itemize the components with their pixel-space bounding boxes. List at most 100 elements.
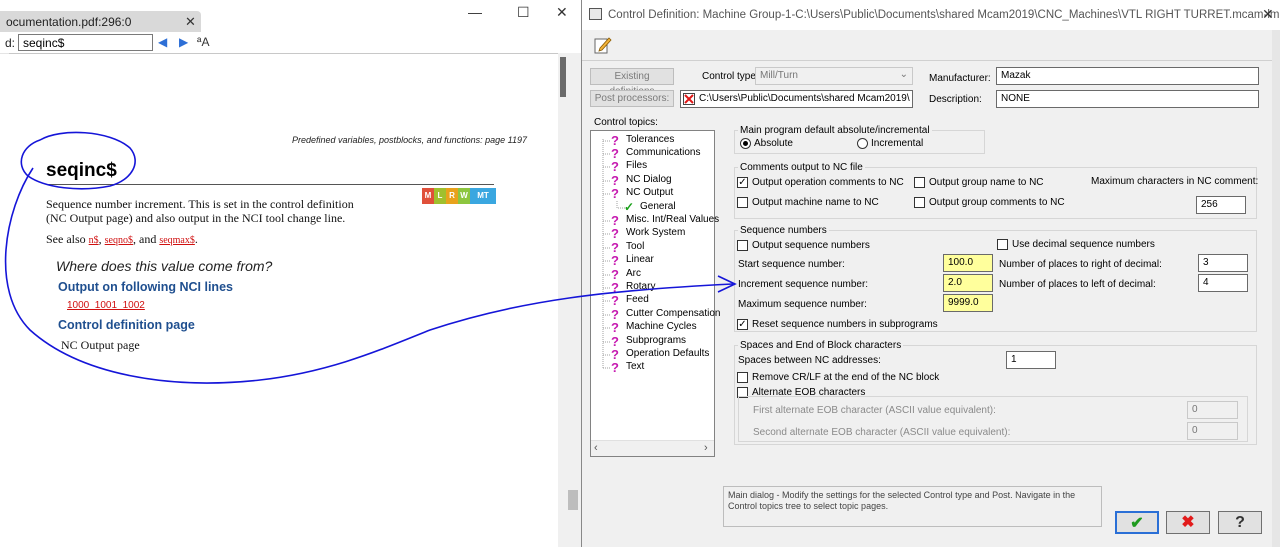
second-eob-label: Second alternate EOB character (ASCII va… xyxy=(753,427,1011,438)
max-seq-label: Maximum sequence number: xyxy=(738,299,867,310)
description-label: Description: xyxy=(929,94,982,105)
badge-mt: MT xyxy=(470,188,496,204)
tree-connector-lines xyxy=(602,139,625,369)
keyword-title: seqinc$ xyxy=(46,160,117,181)
post-processor-select[interactable]: C:\Users\Public\Documents\shared Mcam201… xyxy=(680,90,913,108)
absolute-radio[interactable] xyxy=(740,138,751,149)
right-decimal-input[interactable]: 3 xyxy=(1198,254,1248,272)
control-type-label: Control type: xyxy=(702,71,759,82)
pdf-viewer-window: ocumentation.pdf:296:0 ✕ — ☐ ✕ d: seqinc… xyxy=(0,0,581,547)
edit-icon[interactable] xyxy=(594,36,612,54)
see-also-prefix: See also xyxy=(46,232,89,246)
close-dialog-icon[interactable]: ✕ xyxy=(1262,6,1274,23)
tree-item-label: Linear xyxy=(626,254,654,265)
main-program-group-title: Main program default absolute/incrementa… xyxy=(738,125,932,136)
tree-item-label: Machine Cycles xyxy=(626,321,697,332)
keyword-description: Sequence number increment. This is set i… xyxy=(46,197,354,225)
second-eob-input[interactable]: 0 xyxy=(1187,422,1238,440)
dialog-scrollbar[interactable] xyxy=(1272,30,1280,547)
tree-item-label: General xyxy=(640,201,676,212)
tree-item-label: Operation Defaults xyxy=(626,348,710,359)
link-seqno[interactable]: seqno$ xyxy=(105,235,133,246)
tree-item-label: NC Dialog xyxy=(626,174,672,185)
tree-horizontal-scrollbar[interactable]: ‹ › xyxy=(591,440,714,456)
tree-item-label: Rotary xyxy=(626,281,656,292)
post-processor-path: C:\Users\Public\Documents\shared Mcam201… xyxy=(699,93,910,104)
close-tab-icon[interactable]: ✕ xyxy=(185,14,196,30)
cancel-button[interactable]: ✖ xyxy=(1166,511,1210,534)
find-input[interactable]: seqinc$ xyxy=(18,34,153,51)
page-header-note: Predefined variables, postblocks, and fu… xyxy=(292,135,527,145)
control-type-select[interactable]: Mill/Turn ⌄ xyxy=(755,67,913,85)
output-sequence-checkbox[interactable] xyxy=(737,240,748,251)
machine-name-label: Output machine name to NC xyxy=(752,197,879,208)
tree-item-label: Subprograms xyxy=(626,335,687,346)
op-comments-checkbox[interactable]: ✓ xyxy=(737,177,748,188)
spaces-label: Spaces between NC addresses: xyxy=(738,355,881,366)
help-button[interactable]: ? xyxy=(1218,511,1262,534)
machine-name-checkbox[interactable] xyxy=(737,197,748,208)
badge-l: L xyxy=(434,188,446,204)
incremental-label: Incremental xyxy=(871,138,924,149)
link-seqmax[interactable]: seqmax$ xyxy=(159,235,195,246)
cancel-x-icon: ✖ xyxy=(1181,514,1195,531)
group-name-checkbox[interactable] xyxy=(914,177,925,188)
spaces-input[interactable]: 1 xyxy=(1006,351,1056,369)
chevron-down-icon: ⌄ xyxy=(899,69,908,80)
find-label: d: xyxy=(5,36,16,50)
badge-r: R xyxy=(446,188,458,204)
see-also-end: . xyxy=(194,232,198,246)
use-decimal-checkbox[interactable] xyxy=(997,239,1008,250)
close-window-icon[interactable]: ✕ xyxy=(556,4,568,21)
max-seq-input[interactable]: 9999.0 xyxy=(943,294,993,312)
group-comments-checkbox[interactable] xyxy=(914,197,925,208)
start-seq-input[interactable]: 100.0 xyxy=(943,254,993,272)
badge-m: M xyxy=(422,188,434,204)
document-tab[interactable]: ocumentation.pdf:296:0 ✕ xyxy=(0,11,201,32)
description-input[interactable]: NONE xyxy=(996,90,1259,108)
remove-crlf-label: Remove CR/LF at the end of the NC block xyxy=(752,372,940,383)
op-comments-label: Output operation comments to NC xyxy=(752,177,904,188)
find-next-icon[interactable]: ▶ xyxy=(179,35,188,49)
error-x-icon xyxy=(683,93,695,105)
scroll-left-icon[interactable]: ‹ xyxy=(594,442,598,454)
control-topics-tree[interactable]: ? Tolerances ? Communications ? Files ? NC D… xyxy=(590,130,721,457)
ok-button[interactable]: ✔ xyxy=(1115,511,1159,534)
first-eob-input[interactable]: 0 xyxy=(1187,401,1238,419)
tree-item-label: Files xyxy=(626,160,648,171)
product-badges: M L R W MT xyxy=(422,188,496,204)
control-type-value: Mill/Turn xyxy=(760,70,798,81)
incremental-radio[interactable] xyxy=(857,138,868,149)
max-chars-label: Maximum characters in NC comment: xyxy=(1091,176,1259,187)
scroll-right-icon[interactable]: › xyxy=(704,442,708,454)
first-eob-label: First alternate EOB character (ASCII val… xyxy=(753,405,996,416)
absolute-label: Absolute xyxy=(754,138,793,149)
toolbar-separator xyxy=(582,60,1272,61)
maximize-icon[interactable]: ☐ xyxy=(517,4,530,21)
link-n[interactable]: n$ xyxy=(89,235,99,246)
output-lines-heading: Output on following NCI lines xyxy=(58,280,233,294)
output-sequence-label: Output sequence numbers xyxy=(752,240,870,251)
minimize-icon[interactable]: — xyxy=(468,4,482,20)
increment-seq-label: Increment sequence number: xyxy=(738,279,869,290)
tree-item-label: Misc. Int/Real Values xyxy=(626,214,720,225)
match-case-icon[interactable]: ªA xyxy=(197,35,209,49)
increment-seq-input[interactable]: 2.0 xyxy=(943,274,993,292)
max-chars-input[interactable]: 256 xyxy=(1196,196,1246,214)
left-decimal-label: Number of places to left of decimal: xyxy=(999,279,1156,290)
pdf-scroll-thumb[interactable] xyxy=(560,57,566,97)
pdf-scrollbar[interactable] xyxy=(558,53,581,547)
remove-crlf-checkbox[interactable] xyxy=(737,372,748,383)
use-decimal-label: Use decimal sequence numbers xyxy=(1012,239,1155,250)
nci-line-links[interactable]: 1000 1001 1002 xyxy=(67,300,145,311)
existing-definitions-button[interactable]: Existing definitions xyxy=(590,68,674,97)
spaces-group-title: Spaces and End of Block characters xyxy=(738,340,904,351)
reset-seq-checkbox[interactable]: ✓ xyxy=(737,319,748,330)
post-processors-button[interactable]: Post processors: xyxy=(590,90,674,107)
manufacturer-input[interactable]: Mazak xyxy=(996,67,1259,85)
tree-item-label: NC Output xyxy=(626,187,674,198)
pdf-scroll-handle[interactable] xyxy=(568,490,578,510)
checkmark-icon: ✔ xyxy=(1130,515,1144,532)
find-previous-icon[interactable]: ◀ xyxy=(158,35,167,49)
left-decimal-input[interactable]: 4 xyxy=(1198,274,1248,292)
